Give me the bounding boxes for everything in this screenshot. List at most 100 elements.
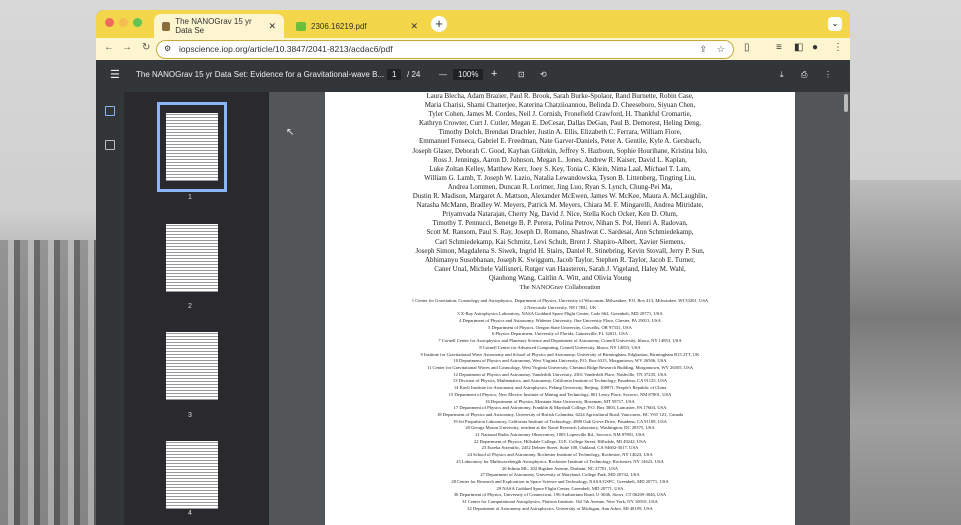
zoom-in-button[interactable]: + [491,68,497,80]
author-line: Andrea Lommen, Duncan R. Lorimer, Jing L… [447,182,673,191]
author-line: Ross J. Jennings, Aaron D. Johnson, Mega… [433,155,687,164]
affiliation-line: 23 Eureka Scientific, 2452 Delmer Street… [481,445,639,451]
affiliation-line: 32 Department of Astronomy and Astrophys… [467,505,653,511]
affiliation-line: 21 National Radio Astronomy Observatory,… [475,432,645,438]
thumbnail-page-number: 3 [188,412,192,419]
url-input[interactable]: ⚙ iopscience.iop.org/article/10.3847/204… [156,40,734,59]
affiliation-line: 20 George Mason University, resident at … [465,425,655,431]
fit-page-icon[interactable]: ⊡ [518,70,525,79]
reload-button[interactable]: ↻ [142,42,150,53]
scrollbar-thumb[interactable] [844,94,848,112]
download-icon[interactable]: ⤓ [780,70,784,80]
back-button[interactable]: ← [104,42,114,53]
document-title: The NANOGrav 15 yr Data Set: Evidence fo… [136,70,385,79]
author-line: Dustin R. Madison, Margaret A. Mattson, … [412,192,708,201]
affiliation-line: 19 Jet Propulsion Laboratory, California… [453,418,667,424]
reading-list-icon[interactable]: ≡ [776,42,782,53]
mouse-cursor: ↖ [286,127,295,138]
page-total: / 24 [407,70,421,79]
author-line: Joseph Glaser, Deborah C. Good, Kayhan G… [412,146,708,155]
affiliation-line: 3 X-Ray Astrophysics Laboratory, NASA Go… [457,311,663,317]
profile-avatar[interactable]: ● [812,42,818,53]
tab-arxiv-pdf[interactable]: 2306.16219.pdf ✕ [288,14,426,38]
tab-nanograv[interactable]: The NANOGrav 15 yr Data Se ✕ [154,14,284,38]
affiliation-line: 7 Cornell Center for Astrophysics and Pl… [438,338,682,344]
author-line: Emmanuel Fonseca, Gabriel E. Freedman, N… [418,137,702,146]
thumbnails-view-icon[interactable] [105,106,115,116]
side-panel-icon[interactable]: ◧ [794,42,803,53]
print-icon[interactable]: ⎙ [801,70,807,80]
author-line: Joseph Simon, Magdalena S. Siwek, Ingrid… [415,246,705,255]
affiliation-line: 12 Department of Physics and Astronomy, … [453,371,667,377]
author-line: Luke Zoltan Kelley, Matthew Kerr, Joey S… [429,164,691,173]
close-window-button[interactable] [105,18,114,27]
page-thumbnail[interactable] [160,216,224,300]
affiliation-line: 1 Center for Gravitation, Cosmology and … [411,297,709,303]
share-icon[interactable]: ⇪ [699,41,707,57]
affiliation-line: 4 Department of Physics and Astronomy, W… [459,318,661,324]
pdf-toolbar: ☰ The NANOGrav 15 yr Data Set: Evidence … [96,60,850,92]
tab-bar: The NANOGrav 15 yr Data Se ✕ 2306.16219.… [96,10,850,38]
page-thumbnail[interactable] [160,324,224,408]
sidebar-menu-icon[interactable]: ☰ [110,68,120,81]
affiliation-line: 6 Physics Department, University of Flor… [491,331,629,337]
zoom-level-input[interactable]: 100% [453,69,484,80]
author-line: Maria Charisi, Shami Chatterjee, Katerin… [424,101,696,110]
affiliation-line: 15 Department of Physics, New Mexico Ins… [448,391,672,397]
author-line: Kathryn Crowter, Curt J. Cutler, Megan E… [418,119,701,128]
maximize-window-button[interactable] [133,18,142,27]
address-bar-row: ← → ↻ ⚙ iopscience.iop.org/article/10.38… [96,38,850,60]
author-line: Laura Blecha, Adam Brazier, Paul R. Broo… [426,92,694,100]
page-thumbnail[interactable] [157,102,227,192]
author-line: Abhimanyu Susobhanan, Joseph K. Swiggum,… [424,255,696,264]
affiliation-line: 26 Infinia ML, 202 Rigsbee Avenue, Durha… [501,465,619,471]
author-line: Scott M. Ransom, Paul S. Ray, Joseph D. … [426,228,694,237]
tab-title: 2306.16219.pdf [311,21,367,31]
forward-button[interactable]: → [122,42,132,53]
more-options-icon[interactable]: ⋮ [824,70,832,79]
iop-favicon-icon [162,21,171,31]
thumbnail-page-number: 4 [188,510,192,517]
affiliation-line: 18 Department of Physics and Astronomy, … [436,411,684,417]
minimize-window-button[interactable] [119,18,128,27]
affiliation-line: 27 Department of Astronomy, University o… [480,472,640,478]
author-line: Carl Schmiedekamp, Kai Schmitz, Levi Sch… [434,237,685,246]
author-line: Natasha McMann, Bradley W. Meyers, Patri… [416,201,704,210]
browser-menu-icon[interactable]: ⋮ [833,42,843,53]
thumbnail-page-number: 1 [188,194,192,201]
url-text: iopscience.iop.org/article/10.3847/2041-… [179,44,393,54]
site-info-icon[interactable]: ⚙ [164,41,171,57]
affiliation-line: 22 Department of Physics, Hillsdale Coll… [473,438,647,444]
zoom-out-button[interactable]: — [439,70,447,79]
author-line: Priyamvada Natarajan, Cherry Ng, David J… [442,210,678,219]
thumbnail-page-number: 2 [188,303,192,310]
affiliation-line: 29 NASA Goddard Space Flight Center, Gre… [496,485,624,491]
tab-title: The NANOGrav 15 yr Data Se [175,17,252,35]
author-line: Timothy Dolch, Brendan Drachler, Justin … [438,128,682,137]
close-tab-icon[interactable]: ✕ [268,21,276,32]
author-line: William G. Lamb, T. Joseph W. Lazio, Nat… [424,173,696,182]
extension-icon[interactable]: ▯ [744,42,750,53]
browser-window: The NANOGrav 15 yr Data Se ✕ 2306.16219.… [96,10,850,525]
affiliation-line: 16 Department of Physics, Montana State … [485,398,635,404]
tab-search-button[interactable]: ⌄ [828,17,842,31]
affiliation-line: 8 Cornell Center for Advanced Computing,… [479,344,641,350]
collaboration-name: The NANOGrav Collaboration [519,283,601,291]
rotate-icon[interactable]: ⟲ [540,70,547,79]
affiliation-line: 13 Division of Physics, Mathematics, and… [452,378,668,384]
author-line: Tyler Cohen, James M. Cordes, Neil J. Co… [428,110,692,119]
close-tab-icon[interactable]: ✕ [410,21,418,32]
affiliation-line: 25 Laboratory for Multiwavelength Astrop… [456,458,664,464]
pdf-viewer[interactable]: Laura Blecha, Adam Brazier, Paul R. Broo… [269,92,850,525]
affiliation-list: 1 Center for Gravitation, Cosmology and … [325,298,795,513]
page-number-input[interactable]: 1 [387,69,402,80]
bookmark-star-icon[interactable]: ☆ [717,41,725,57]
page-thumbnail[interactable] [160,433,224,517]
new-tab-button[interactable]: + [431,16,447,32]
affiliation-line: 24 School of Physics and Astronomy, Roch… [467,452,653,458]
outline-view-icon[interactable] [105,140,115,150]
author-list: Laura Blecha, Adam Brazier, Paul R. Broo… [325,92,795,283]
affiliation-line: 9 Institute for Gravitational Wave Astro… [420,351,700,357]
affiliation-line: 5 Department of Physics, Oregon State Un… [488,324,632,330]
background-photo-left [0,240,96,525]
